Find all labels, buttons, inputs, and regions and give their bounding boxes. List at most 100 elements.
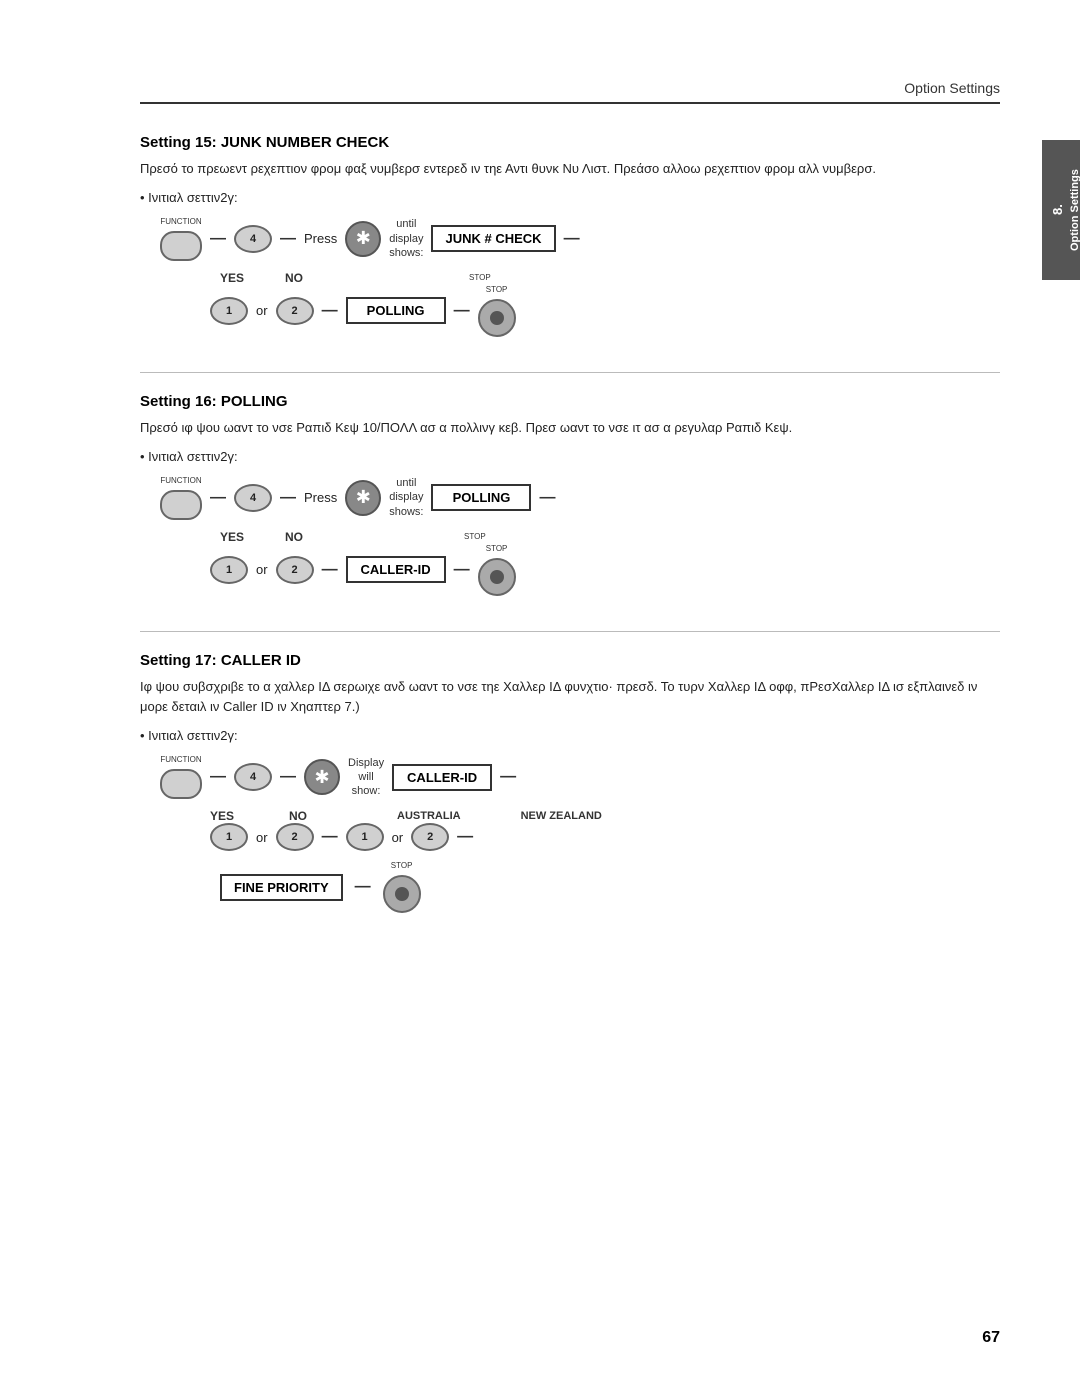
section16-initial: • Ινιτιαλ σεττιν2γ: (140, 449, 1000, 464)
function-label-16: FUNCTION (160, 476, 201, 485)
display17-fine: FINE PRIORITY (220, 874, 343, 901)
display17-callerid: CALLER-ID (392, 764, 492, 791)
side-tab: 8. Option Settings (1042, 140, 1080, 280)
section15-diagram: FUNCTION — 4 — Press ✱ until display sho… (160, 217, 1000, 337)
section17-initial: • Ινιτιαλ σεττιν2γ: (140, 728, 1000, 743)
arrow2-17: — (280, 768, 296, 786)
num4-button-16[interactable]: 4 (234, 484, 272, 512)
section17-title: Setting 17: CALLER ID (140, 652, 1000, 669)
function-label-17: FUNCTION (160, 755, 201, 764)
or-label2-17: or (392, 830, 404, 845)
section16-title: Setting 16: POLLING (140, 393, 1000, 410)
yes-label-17: YES (210, 809, 234, 823)
press-label-15: Press (304, 231, 337, 246)
side-tab-label: Option Settings (1069, 169, 1080, 251)
arrow1-16: — (210, 489, 226, 507)
num3-button-17[interactable]: 1 (346, 823, 384, 851)
stop-text-17: STOP (391, 861, 413, 870)
section17-row2-labels: YES NO AUSTRALIA NEW ZEALAND (210, 809, 1000, 823)
divider1 (140, 372, 1000, 373)
num4-button-15[interactable]: 4 (234, 225, 272, 253)
arrow3-16: — (539, 489, 555, 507)
arrow4-16: — (322, 561, 338, 579)
no-label-17: NO (289, 809, 307, 823)
section16-body: Πρεσό ιφ ψου ωαντ το νσε Ραπιδ Κεψ 10/ΠΟ… (140, 418, 1000, 439)
stop-text-16: STOP (486, 544, 508, 553)
display15-junk: JUNK # CHECK (431, 225, 555, 252)
arrow2-15: — (280, 230, 296, 248)
section17-body: Ιφ ψου συβσχριβε το α χαλλερ ΙΔ σερωιχε … (140, 677, 1000, 719)
side-tab-number: 8. (1050, 205, 1065, 216)
page-container: 8. Option Settings Option Settings Setti… (0, 0, 1080, 1397)
display16-polling: POLLING (431, 484, 531, 511)
function-label-15: FUNCTION (160, 217, 201, 226)
section-setting16: Setting 16: POLLING Πρεσό ιφ ψου ωαντ το… (140, 393, 1000, 596)
arrow3-15: — (564, 230, 580, 248)
display-will-show-17: Display will show: (348, 756, 384, 799)
arrow6-17: — (355, 878, 371, 896)
stop-button-17[interactable] (383, 875, 421, 913)
num4b-button-17[interactable]: 2 (411, 823, 449, 851)
header-title: Option Settings (904, 80, 1000, 96)
stop-button-15[interactable] (478, 299, 516, 337)
section15-row1: FUNCTION — 4 — Press ✱ until display sho… (160, 217, 1000, 261)
until-label-15: until display shows: (389, 217, 423, 260)
no-label-16: NO (285, 530, 303, 544)
section16-row1: FUNCTION — 4 — Press ✱ until display sho… (160, 476, 1000, 520)
australia-label-17: AUSTRALIA (397, 810, 461, 822)
num2-button-15[interactable]: 2 (276, 297, 314, 325)
page-header: Option Settings (140, 80, 1000, 104)
arrow2-16: — (280, 489, 296, 507)
arrow5-16: — (454, 561, 470, 579)
section16-row2: 1 or 2 — CALLER-ID — STOP (210, 544, 1000, 596)
section17-row2: 1 or 2 — 1 or 2 — (210, 823, 1000, 851)
display16-callerid: CALLER-ID (346, 556, 446, 583)
section17-row1: FUNCTION — 4 — ✱ Display will show: CALL… (160, 755, 1000, 799)
section17-diagram: FUNCTION — 4 — ✱ Display will show: CALL… (160, 755, 1000, 913)
arrow1-17: — (210, 768, 226, 786)
stop-button-16[interactable] (478, 558, 516, 596)
section17-row3: FINE PRIORITY — STOP (220, 861, 1000, 913)
or-label-16: or (256, 562, 268, 577)
section15-row2-labels: YES NO STOP (210, 271, 1000, 285)
arrow4-15: — (322, 302, 338, 320)
yes-label-16: YES (220, 530, 244, 544)
num2-button-17[interactable]: 2 (276, 823, 314, 851)
section15-title: Setting 15: JUNK NUMBER CHECK (140, 134, 1000, 151)
star-button-17[interactable]: ✱ (304, 759, 340, 795)
section16-diagram: FUNCTION — 4 — Press ✱ until display sho… (160, 476, 1000, 596)
num4-button-17[interactable]: 4 (234, 763, 272, 791)
arrow1-15: — (210, 230, 226, 248)
display15-polling: POLLING (346, 297, 446, 324)
section-setting15: Setting 15: JUNK NUMBER CHECK Πρεσό το π… (140, 134, 1000, 337)
num1-button-15[interactable]: 1 (210, 297, 248, 325)
arrow4-17: — (322, 828, 338, 846)
function-button-15[interactable] (160, 231, 202, 261)
star-button-16[interactable]: ✱ (345, 480, 381, 516)
section-setting17: Setting 17: CALLER ID Ιφ ψου συβσχριβε τ… (140, 652, 1000, 914)
num2-button-16[interactable]: 2 (276, 556, 314, 584)
new-zealand-label-17: NEW ZEALAND (521, 810, 602, 822)
function-button-17[interactable] (160, 769, 202, 799)
num1-button-16[interactable]: 1 (210, 556, 248, 584)
arrow5-17: — (457, 828, 473, 846)
function-button-16[interactable] (160, 490, 202, 520)
star-button-15[interactable]: ✱ (345, 221, 381, 257)
arrow3-17: — (500, 768, 516, 786)
stop-label-16: STOP (464, 532, 486, 541)
yes-label-15: YES (220, 271, 244, 285)
stop-label-15: STOP (469, 273, 491, 282)
stop-text-15: STOP (486, 285, 508, 294)
section16-row2-labels: YES NO STOP (210, 530, 1000, 544)
num1-button-17[interactable]: 1 (210, 823, 248, 851)
or-label1-17: or (256, 830, 268, 845)
arrow5-15: — (454, 302, 470, 320)
page-number: 67 (982, 1329, 1000, 1347)
section15-row2: 1 or 2 — POLLING — STOP (210, 285, 1000, 337)
section15-initial: • Ινιτιαλ σεττιν2γ: (140, 190, 1000, 205)
section15-body: Πρεσό το πρεωεντ ρεχεπτιον φρομ φαξ νυμβ… (140, 159, 1000, 180)
or-label-15: or (256, 303, 268, 318)
until-label-16: until display shows: (389, 476, 423, 519)
no-label-15: NO (285, 271, 303, 285)
press-label-16: Press (304, 490, 337, 505)
